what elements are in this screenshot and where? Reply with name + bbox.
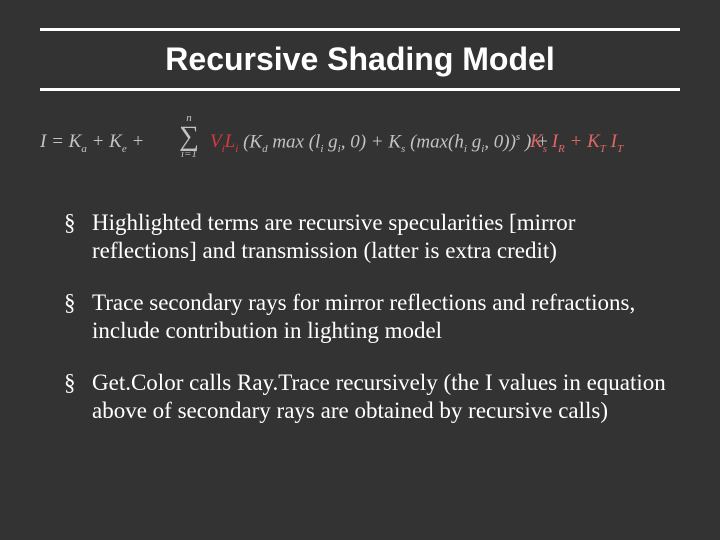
formula-lhs: I = Ka + Ke + bbox=[40, 131, 144, 155]
list-item: Trace secondary rays for mirror reflecti… bbox=[64, 289, 672, 345]
recursive-terms: Ks IR + KT IT bbox=[530, 131, 623, 155]
bullet-text: Get.Color calls Ray.Trace recursively (t… bbox=[92, 370, 666, 423]
slide-title: Recursive Shading Model bbox=[40, 31, 680, 88]
bullet-list: Highlighted terms are recursive specular… bbox=[0, 209, 720, 425]
slide: Recursive Shading Model I = Ka + Ke + n … bbox=[0, 0, 720, 540]
bullet-text: Highlighted terms are recursive specular… bbox=[92, 210, 575, 263]
title-block: Recursive Shading Model bbox=[40, 0, 680, 91]
list-item: Get.Color calls Ray.Trace recursively (t… bbox=[64, 369, 672, 425]
formula-block: I = Ka + Ke + n ∑ i=1 ViLi (Kd max (li g… bbox=[0, 91, 720, 177]
formula-body: ViLi (Kd max (li gi, 0) + Ks (max(hi gi,… bbox=[210, 131, 549, 155]
bullet-text: Trace secondary rays for mirror reflecti… bbox=[92, 290, 635, 343]
lighting-equation: I = Ka + Ke + n ∑ i=1 ViLi (Kd max (li g… bbox=[40, 113, 680, 167]
list-item: Highlighted terms are recursive specular… bbox=[64, 209, 672, 265]
summation: n ∑ i=1 bbox=[174, 113, 204, 160]
